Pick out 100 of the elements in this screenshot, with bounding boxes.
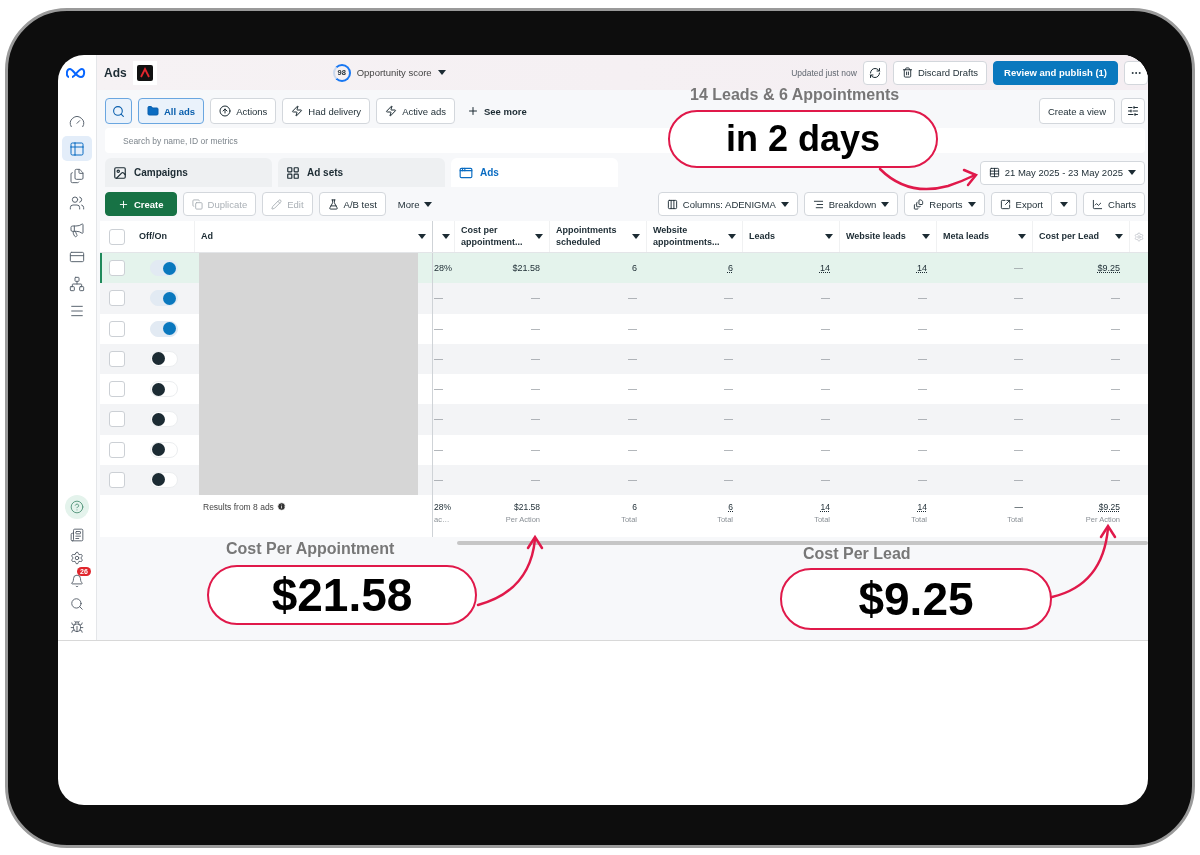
table-cell-text: —	[917, 413, 928, 427]
select-all-checkbox[interactable]	[108, 228, 125, 245]
bug-icon[interactable]	[70, 620, 84, 634]
table-cell-text: —	[530, 473, 541, 487]
on-off-toggle[interactable]	[150, 441, 178, 458]
column-header[interactable]: Ad	[195, 221, 433, 252]
caret-icon	[437, 70, 446, 75]
nav-item[interactable]	[62, 136, 92, 161]
discard-drafts-button[interactable]: Discard Drafts	[892, 60, 988, 85]
plus-icon	[466, 105, 479, 117]
on-off-toggle[interactable]	[150, 411, 178, 428]
caret-icon	[1115, 234, 1123, 239]
row-checkbox[interactable]	[108, 320, 125, 337]
view-settings-button[interactable]	[1121, 98, 1145, 124]
table-cell-text: —	[1110, 383, 1121, 397]
table-cell-text: —	[917, 292, 928, 306]
account-logo-icon	[132, 60, 157, 85]
column-header[interactable]: Appointments scheduled	[550, 221, 647, 252]
table-cell-text: —	[433, 443, 444, 457]
table-cell-text: —	[723, 383, 734, 397]
row-checkbox[interactable]	[108, 441, 125, 458]
caret-icon	[535, 234, 543, 239]
settings-icon[interactable]	[70, 551, 84, 565]
search-button[interactable]	[105, 98, 132, 124]
summary-value: 14	[917, 502, 927, 512]
table-cell-text: $9.25	[1096, 262, 1121, 276]
summary-value: $21.58	[514, 502, 540, 512]
columns-icon	[666, 198, 678, 210]
level-tab[interactable]: Campaigns	[105, 158, 272, 187]
table-cell-text: —	[723, 473, 734, 487]
row-checkbox[interactable]	[108, 260, 125, 277]
filter-chip[interactable]: Had delivery	[282, 98, 371, 124]
date-range-button[interactable]: 21 May 2025 - 23 May 2025	[979, 160, 1145, 185]
table-cell-text: —	[1013, 473, 1024, 487]
org-chart-icon	[69, 275, 85, 292]
grid-icon	[286, 165, 300, 180]
table-cell-text: —	[1110, 322, 1121, 336]
export-button[interactable]: Export	[990, 192, 1052, 216]
toolbar-menu-button[interactable]: Reports	[904, 192, 985, 216]
on-off-toggle[interactable]	[150, 350, 178, 367]
create-button[interactable]: Create	[105, 192, 177, 216]
column-header[interactable]: Website leads	[840, 221, 937, 252]
level-tab[interactable]: Ads	[451, 158, 618, 187]
see-more-button[interactable]: See more	[460, 99, 533, 123]
table-cell-text: —	[433, 473, 444, 487]
filter-chip[interactable]: All ads	[138, 98, 205, 124]
on-off-toggle[interactable]	[150, 260, 178, 277]
table-cell-text: —	[917, 473, 928, 487]
more-menu-button[interactable]: More	[391, 192, 439, 216]
bars-icon	[812, 198, 824, 210]
table-cell-text: —	[433, 413, 444, 427]
on-off-toggle[interactable]	[150, 290, 178, 307]
search-icon[interactable]	[70, 597, 84, 611]
toolbar-menu-button[interactable]: Columns: ADENIGMA	[657, 192, 798, 216]
create-view-button[interactable]: Create a view	[1038, 98, 1115, 124]
info-icon	[276, 502, 286, 511]
refresh-icon	[868, 66, 881, 79]
column-header[interactable]: Leads	[743, 221, 840, 252]
help-button[interactable]	[65, 495, 89, 519]
table-cell-text: —	[1013, 413, 1024, 427]
window-icon	[459, 165, 473, 180]
level-tab[interactable]: Ad sets	[278, 158, 445, 187]
toolbar-button[interactable]: A/B test	[318, 192, 386, 216]
table-cell-text: —	[1013, 443, 1024, 457]
table-cell-text: —	[1110, 413, 1121, 427]
column-header[interactable]: Website appointments...	[647, 221, 743, 252]
table-cell-text: —	[530, 383, 541, 397]
row-checkbox[interactable]	[108, 411, 125, 428]
charts-button[interactable]: Charts	[1083, 192, 1145, 216]
question-icon	[70, 500, 84, 514]
refresh-button[interactable]	[862, 60, 887, 85]
table-cell-text: —	[820, 443, 831, 457]
filter-chip[interactable]: Active ads	[376, 98, 455, 124]
column-header[interactable]: Meta leads	[937, 221, 1033, 252]
publish-button[interactable]: Review and publish (1)	[993, 60, 1118, 85]
flask-icon	[327, 198, 339, 210]
more-button[interactable]	[1124, 60, 1148, 85]
arrow-up-circle-icon	[219, 105, 232, 117]
news-icon[interactable]	[70, 528, 84, 542]
table-cell-text: —	[433, 352, 444, 366]
on-off-toggle[interactable]	[150, 471, 178, 488]
row-checkbox[interactable]	[108, 350, 125, 367]
column-header[interactable]: Cost per appointment...	[455, 221, 550, 252]
row-checkbox[interactable]	[108, 290, 125, 307]
on-off-toggle[interactable]	[150, 381, 178, 398]
row-checkbox[interactable]	[108, 381, 125, 398]
table-cell-text: —	[1013, 322, 1024, 336]
annotation-headline: 14 Leads & 6 Appointments	[690, 86, 900, 104]
table-cell-text: —	[820, 383, 831, 397]
callout-tooltip: in 2 days	[668, 110, 938, 168]
megaphone-icon	[69, 221, 85, 238]
on-off-toggle[interactable]	[150, 320, 178, 337]
export-menu-button[interactable]	[1052, 192, 1077, 216]
notifications-icon[interactable]	[70, 574, 84, 588]
row-checkbox[interactable]	[108, 471, 125, 488]
table-cell-text: —	[723, 352, 734, 366]
table-cell-text: —	[723, 292, 734, 306]
filter-chip[interactable]: Actions	[210, 98, 277, 124]
column-header[interactable]: Cost per Lead	[1033, 221, 1130, 252]
toolbar-menu-button[interactable]: Breakdown	[803, 192, 899, 216]
